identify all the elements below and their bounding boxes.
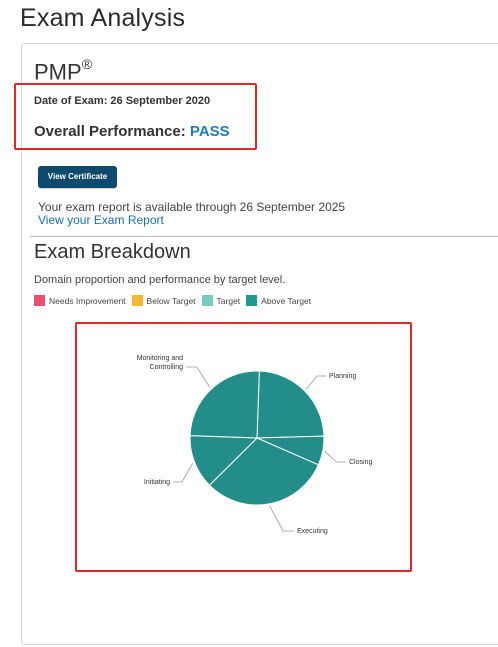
legend-swatch: [201, 295, 213, 306]
exam-name: PMP®: [34, 56, 93, 85]
slice-label: Executing: [297, 528, 328, 535]
legend-swatch: [131, 295, 143, 306]
view-certificate-button[interactable]: View Certificate: [38, 166, 117, 188]
leader-line: [173, 462, 194, 483]
legend-label: Below Target: [146, 295, 196, 306]
slice-label: Initiating: [144, 479, 170, 486]
leader-line: [186, 366, 211, 388]
pie-slice-monitoring-and-controlling[interactable]: [189, 370, 260, 439]
leader-line: [305, 375, 326, 390]
exam-date: Date of Exam: 26 September 2020: [34, 95, 211, 107]
leader-line: [324, 450, 346, 463]
breakdown-subtitle: Domain proportion and performance by tar…: [34, 274, 286, 286]
registered-mark: ®: [81, 56, 93, 72]
slice-label: Closing: [349, 459, 372, 466]
slice-label: Planning: [329, 373, 356, 380]
legend-label: Target: [216, 295, 241, 306]
breakdown-title: Exam Breakdown: [34, 241, 191, 263]
legend-label: Above Target: [261, 295, 312, 306]
view-exam-report-link[interactable]: View your Exam Report: [38, 213, 164, 227]
legend-label: Needs Improvement: [49, 295, 126, 306]
legend-item-above-target: Above Target: [246, 295, 311, 306]
overall-performance: Overall Performance: PASS: [34, 123, 230, 140]
performance-label: Overall Performance:: [34, 123, 186, 140]
legend-swatch: [246, 295, 258, 306]
domain-pie-chart: Planning Closing Executing Initiating Monito…: [137, 355, 373, 535]
report-availability-text: Your exam report is available through 26…: [38, 200, 346, 214]
performance-legend: Needs Improvement Below Target Target Ab…: [34, 295, 317, 306]
legend-item-target: Target: [201, 295, 241, 306]
legend-item-needs-improvement: Needs Improvement: [34, 295, 126, 306]
page-title: Exam Analysis: [20, 4, 186, 32]
exam-name-text: PMP: [34, 59, 82, 85]
section-divider: [30, 236, 498, 237]
legend-swatch: [34, 295, 45, 306]
pie-slice-planning[interactable]: [256, 370, 325, 439]
slice-label: Monitoring and Controlling: [137, 355, 183, 371]
performance-result: PASS: [189, 123, 230, 140]
leader-line: [269, 505, 294, 532]
legend-item-below-target: Below Target: [131, 295, 196, 306]
